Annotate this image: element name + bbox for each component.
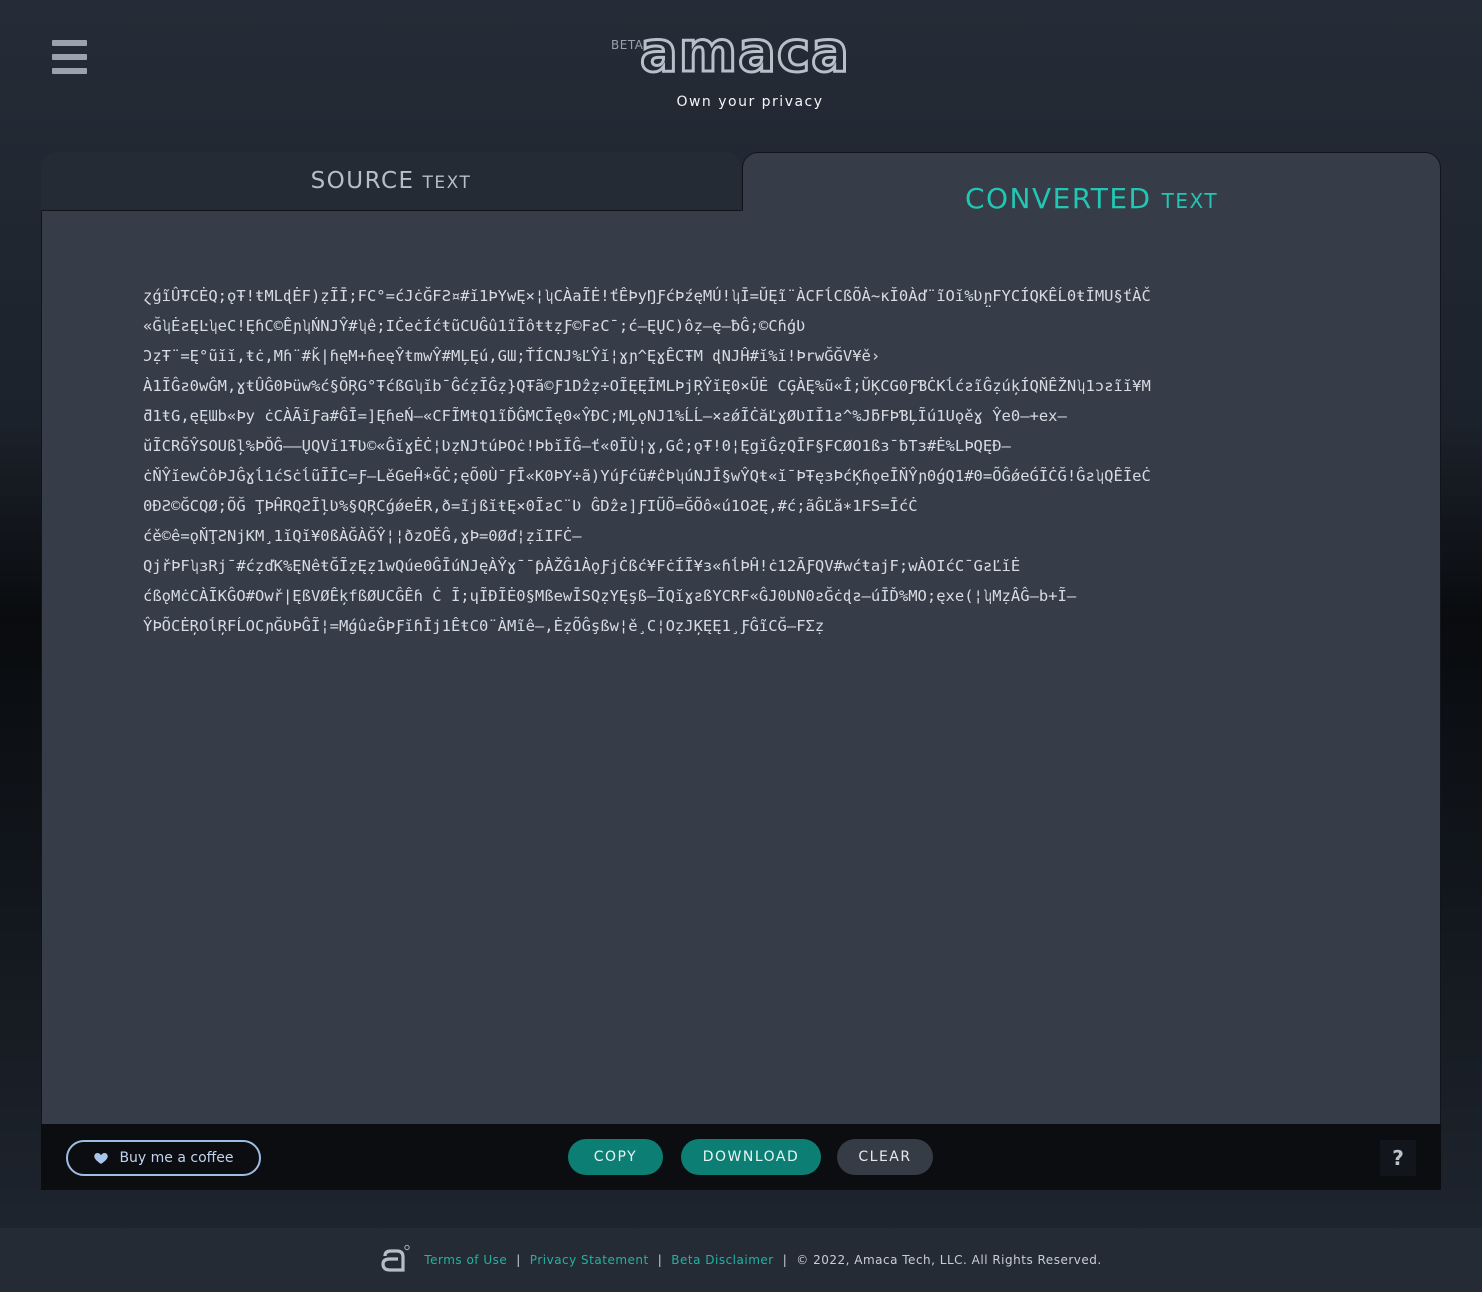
converter-panel: SOURCE TEXT CONVERTED TEXT ɀǵĩÛŦCĖQ;ǫŦ!ŧ…	[41, 152, 1441, 1190]
logo-text: amaca	[639, 19, 851, 87]
download-button[interactable]: DOWNLOAD	[681, 1139, 821, 1175]
footer-separator: |	[782, 1253, 788, 1267]
converted-text[interactable]: ɀǵĩÛŦCĖQ;ǫŦ!ŧMLɖĖF)ẓĨĪ;FC°=ćJċĞFƧ¤#ĭ1ÞYw…	[143, 281, 1323, 641]
clear-button[interactable]: CLEAR	[837, 1139, 933, 1175]
tab-converted-sublabel: TEXT	[1161, 189, 1219, 213]
footer-separator: |	[516, 1253, 521, 1267]
buy-me-a-coffee-label: Buy me a coffee	[119, 1150, 234, 1166]
beta-tag: BETA	[611, 38, 644, 52]
help-button[interactable]: ?	[1380, 1140, 1416, 1176]
footer-separator: |	[657, 1253, 663, 1267]
tab-source-text[interactable]: SOURCE TEXT	[41, 152, 741, 211]
beta-disclaimer-link[interactable]: Beta Disclaimer	[671, 1253, 773, 1267]
action-toolbar: Buy me a coffee COPY DOWNLOAD CLEAR ?	[41, 1124, 1441, 1190]
tab-source-sublabel: TEXT	[422, 173, 472, 193]
copyright-text: © 2022, Amaca Tech, LLC. All Rights Rese…	[796, 1253, 1102, 1267]
heart-icon	[94, 1153, 109, 1164]
tab-source-label: SOURCE	[310, 168, 415, 194]
amaca-logo-icon	[381, 1244, 410, 1272]
hamburger-menu-icon[interactable]	[52, 40, 87, 74]
logo: BETA amaca Own your privacy	[600, 19, 900, 114]
privacy-statement-link[interactable]: Privacy Statement	[530, 1253, 649, 1267]
copy-button[interactable]: COPY	[568, 1139, 663, 1175]
terms-of-use-link[interactable]: Terms of Use	[424, 1253, 507, 1267]
tagline: Own your privacy	[676, 94, 824, 110]
buy-me-a-coffee-button[interactable]: Buy me a coffee	[66, 1140, 261, 1176]
footer: Terms of Use | Privacy Statement | Beta …	[0, 1228, 1482, 1292]
converted-text-area[interactable]: ɀǵĩÛŦCĖQ;ǫŦ!ŧMLɖĖF)ẓĨĪ;FC°=ćJċĞFƧ¤#ĭ1ÞYw…	[41, 211, 1441, 1124]
